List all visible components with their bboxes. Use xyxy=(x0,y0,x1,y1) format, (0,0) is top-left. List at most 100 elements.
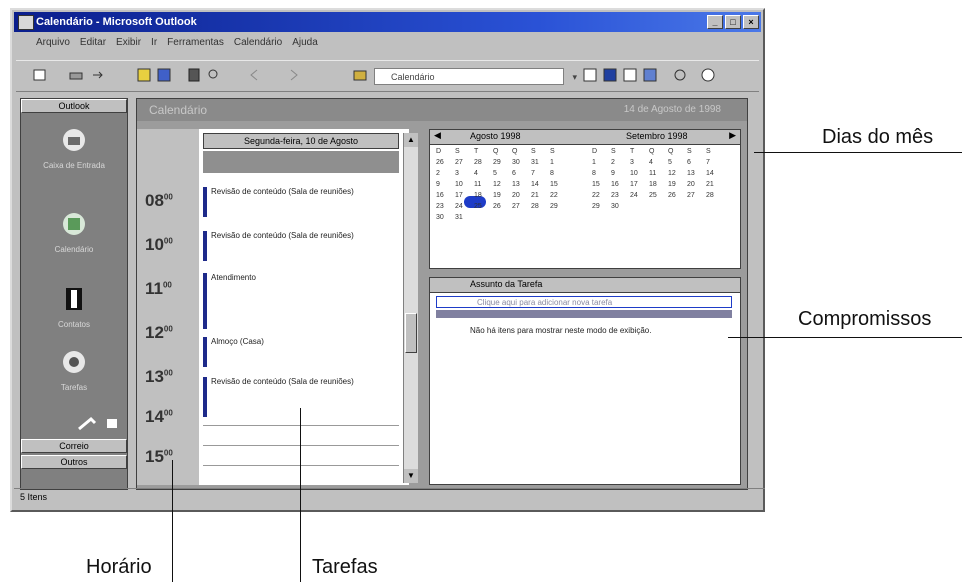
outlook-bar-item-contacts[interactable]: Contatos xyxy=(31,284,117,329)
calendar-day[interactable]: 4 xyxy=(474,170,493,177)
calendar-day[interactable]: 6 xyxy=(512,170,531,177)
notes-icon[interactable] xyxy=(77,415,121,431)
scroll-down-icon[interactable]: ▼ xyxy=(404,469,418,483)
calendar-day[interactable]: 13 xyxy=(512,181,531,188)
calendar-day[interactable]: 9 xyxy=(436,181,455,188)
scroll-up-icon[interactable]: ▲ xyxy=(404,133,418,147)
calendar-day[interactable]: 2 xyxy=(611,159,630,166)
calendar-day[interactable]: 4 xyxy=(649,159,668,166)
next-month-icon[interactable]: ▶ xyxy=(729,130,736,141)
new-item-icon[interactable] xyxy=(32,67,48,83)
calendar-day[interactable]: 23 xyxy=(611,192,630,199)
new-task-field[interactable]: Clique aqui para adicionar nova tarefa xyxy=(436,296,732,308)
calendar-day[interactable]: 29 xyxy=(493,159,512,166)
menu-ir[interactable]: Ir xyxy=(151,37,157,53)
help-icon[interactable] xyxy=(700,67,716,83)
calendar-day[interactable]: 19 xyxy=(668,181,687,188)
calendar-day[interactable]: 27 xyxy=(455,159,474,166)
calendar-day[interactable]: 11 xyxy=(649,170,668,177)
calendar-day[interactable]: 1 xyxy=(550,159,569,166)
move-icon[interactable] xyxy=(90,67,106,83)
prev-month-icon[interactable]: ◀ xyxy=(434,130,441,141)
menu-exibir[interactable]: Exibir xyxy=(116,37,141,53)
calendar-day[interactable]: 27 xyxy=(512,203,531,210)
calendar-day[interactable]: 16 xyxy=(611,181,630,188)
calendar-day[interactable]: 3 xyxy=(455,170,474,177)
outlook-bar-group-outlook[interactable]: Outlook xyxy=(21,99,127,113)
calendar-day[interactable]: 29 xyxy=(550,203,569,210)
taskpad-header[interactable]: Assunto da Tarefa xyxy=(430,278,740,293)
calendar-day[interactable]: 5 xyxy=(493,170,512,177)
calendar-day[interactable]: 9 xyxy=(611,170,630,177)
calendar-day[interactable]: 5 xyxy=(668,159,687,166)
folder-icon[interactable] xyxy=(352,67,368,83)
back-icon[interactable] xyxy=(246,67,262,83)
close-button[interactable]: × xyxy=(743,15,759,29)
appointment[interactable]: Almoço (Casa) xyxy=(203,337,399,367)
calendar-day[interactable]: 7 xyxy=(531,170,550,177)
day-icon[interactable] xyxy=(582,67,598,83)
calendar-day[interactable]: 20 xyxy=(687,181,706,188)
week-icon[interactable] xyxy=(622,67,638,83)
calendar-day[interactable]: 31 xyxy=(455,214,474,221)
maximize-button[interactable]: □ xyxy=(725,15,741,29)
calendar-day[interactable]: 15 xyxy=(550,181,569,188)
calendar-day[interactable]: 22 xyxy=(592,192,611,199)
calendar-day[interactable]: 18 xyxy=(649,181,668,188)
outlook-bar-item-calendar[interactable]: Calendário xyxy=(31,209,117,254)
calendar-day[interactable]: 16 xyxy=(436,192,455,199)
calendar-day[interactable]: 7 xyxy=(706,159,725,166)
menu-calendario[interactable]: Calendário xyxy=(234,37,282,53)
calendar-day[interactable]: 30 xyxy=(436,214,455,221)
calendar-day[interactable]: 30 xyxy=(611,203,630,210)
calendar-day[interactable]: 17 xyxy=(455,192,474,199)
calendar-day[interactable]: 1 xyxy=(592,159,611,166)
all-day-area[interactable] xyxy=(203,151,399,173)
september-grid[interactable]: D S T Q Q S S 1 2 3 4 5 6 7 8 9 10 11 12 13 14 15 16 17 18 19 20 21… xyxy=(592,148,725,210)
calendar-day[interactable]: 31 xyxy=(531,159,550,166)
calendar-day[interactable]: 15 xyxy=(592,181,611,188)
calendar-day[interactable]: 22 xyxy=(550,192,569,199)
calendar-day[interactable]: 10 xyxy=(455,181,474,188)
calendar-day[interactable]: 20 xyxy=(512,192,531,199)
august-grid[interactable]: D S T Q Q S S 26 27 28 29 30 31 1 2 3 4 5 6 7 8 9 10 11 12 13 14 15… xyxy=(436,148,569,221)
calendar-day[interactable]: 8 xyxy=(550,170,569,177)
go-to-today-icon[interactable] xyxy=(136,67,152,83)
time-slots[interactable]: Revisão de conteúdo (Sala de reuniões) R… xyxy=(203,173,399,483)
calendar-day[interactable]: 13 xyxy=(687,170,706,177)
calendar-day[interactable]: 18 xyxy=(474,192,493,199)
view-dropdown[interactable]: Calendário ▾ xyxy=(374,68,577,85)
appointment[interactable]: Revisão de conteúdo (Sala de reuniões) xyxy=(203,377,399,417)
day-scrollbar[interactable]: ▲ ▼ xyxy=(403,133,418,483)
calendar-day[interactable]: 10 xyxy=(630,170,649,177)
menu-arquivo[interactable]: Arquivo xyxy=(36,37,70,53)
calendar-day[interactable]: 19 xyxy=(493,192,512,199)
outlook-bar-item-tasks[interactable]: Tarefas xyxy=(31,347,117,392)
calendar-day[interactable]: 27 xyxy=(687,192,706,199)
scroll-thumb[interactable] xyxy=(405,313,417,353)
calendar-day[interactable]: 26 xyxy=(668,192,687,199)
calendar-day[interactable]: 14 xyxy=(531,181,550,188)
calendar-day[interactable]: 24 xyxy=(455,203,474,210)
day-view-icon[interactable] xyxy=(156,67,172,83)
calendar-day[interactable]: 26 xyxy=(493,203,512,210)
appointment[interactable]: Revisão de conteúdo (Sala de reuniões) xyxy=(203,187,399,217)
calendar-day[interactable]: 24 xyxy=(630,192,649,199)
calendar-day[interactable]: 12 xyxy=(668,170,687,177)
address-book-icon[interactable] xyxy=(186,67,202,83)
menu-ajuda[interactable]: Ajuda xyxy=(292,37,318,53)
calendar-day[interactable]: 6 xyxy=(687,159,706,166)
minimize-button[interactable]: _ xyxy=(707,15,723,29)
calendar-day[interactable]: 25 xyxy=(474,203,493,210)
calendar-day[interactable]: 28 xyxy=(706,192,725,199)
work-week-icon[interactable] xyxy=(602,67,618,83)
menu-ferramentas[interactable]: Ferramentas xyxy=(167,37,224,53)
appointment[interactable]: Revisão de conteúdo (Sala de reuniões) xyxy=(203,231,399,261)
print-icon[interactable] xyxy=(68,67,84,83)
calendar-day[interactable]: 26 xyxy=(436,159,455,166)
calendar-day[interactable]: 17 xyxy=(630,181,649,188)
calendar-day[interactable]: 8 xyxy=(592,170,611,177)
appointment[interactable]: Atendimento xyxy=(203,273,399,329)
outlook-bar-group-mail[interactable]: Correio xyxy=(21,439,127,453)
month-icon[interactable] xyxy=(642,67,658,83)
